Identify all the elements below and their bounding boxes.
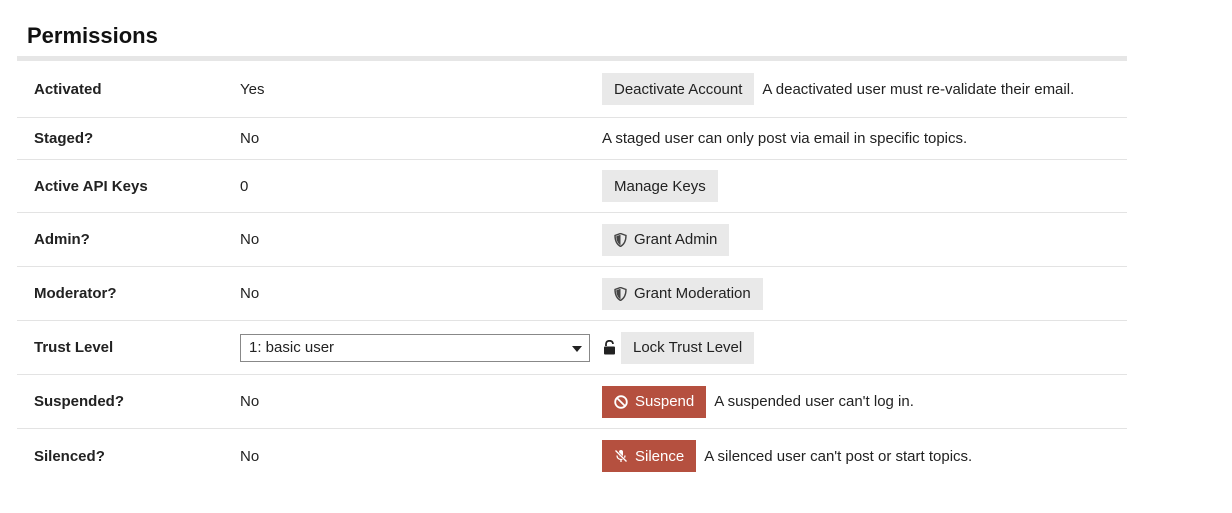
row-value: No [240,285,260,302]
shield-icon [614,232,627,247]
silence-button[interactable]: Silence [602,440,697,472]
grant-admin-label: Grant Admin [634,231,718,248]
row-activated: Activated Yes Deactivate Account A deact… [17,61,1127,118]
row-suspended: Suspended? No Suspend A suspended user c… [17,375,1127,429]
row-controls: A staged user can only post via email in… [602,130,1127,147]
row-label: Active API Keys [34,177,148,195]
row-label: Moderator? [34,285,117,302]
row-label: Trust Level [34,339,114,356]
deactivate-account-button[interactable]: Deactivate Account [602,73,755,105]
row-label: Staged? [34,130,94,147]
row-staged: Staged? No A staged user can only post v… [17,118,1127,160]
silenced-help-text: A silenced user can't post or start topi… [704,447,973,465]
row-label: Silenced? [34,447,105,465]
row-value: 0 [240,177,249,195]
manage-keys-button[interactable]: Manage Keys [602,170,718,202]
microphone-slash-icon [614,449,628,463]
section-title: Permissions [27,23,158,48]
permissions-panel: Permissions Activated Yes Deactivate Acc… [17,0,1127,483]
row-value: No [240,231,260,248]
row-controls: Grant Moderation [602,277,1127,310]
staged-help-text: A staged user can only post via email in… [602,130,968,147]
row-value: No [240,447,260,465]
row-value-cell: 1: basic user [240,333,602,362]
ban-icon [614,394,628,409]
shield-icon [614,286,627,301]
chevron-down-icon [572,345,582,352]
activated-help-text: A deactivated user must re-validate thei… [762,80,1075,98]
row-admin: Admin? No Grant Admin [17,213,1127,267]
row-label: Admin? [34,231,90,248]
suspend-button[interactable]: Suspend [602,385,707,418]
unlock-icon [603,340,616,355]
row-controls: Deactivate Account A deactivated user mu… [602,73,1127,105]
row-controls: Grant Admin [602,223,1127,256]
row-controls: Suspend A suspended user can't log in. [602,385,1127,418]
row-value: No [240,130,260,147]
trust-level-select[interactable]: 1: basic user [240,333,590,362]
suspended-help-text: A suspended user can't log in. [714,393,914,410]
row-value: Yes [240,80,265,98]
suspend-label: Suspend [635,393,695,410]
row-controls: Manage Keys [602,170,1127,202]
row-label: Suspended? [34,393,125,410]
grant-moderation-label: Grant Moderation [634,285,751,302]
row-label: Activated [34,80,102,98]
lock-trust-level-button[interactable]: Lock Trust Level [621,331,755,364]
row-moderator: Moderator? No Grant Moderation [17,267,1127,321]
trust-level-selected: 1: basic user [249,339,335,356]
row-silenced: Silenced? No Silence A silenced user can… [17,429,1127,483]
row-controls: Silence A silenced user can't post or st… [602,440,1127,472]
grant-moderation-button[interactable]: Grant Moderation [602,277,763,310]
grant-admin-button[interactable]: Grant Admin [602,223,730,256]
row-controls: Lock Trust Level [602,331,1127,364]
row-api-keys: Active API Keys 0 Manage Keys [17,160,1127,213]
row-trust-level: Trust Level 1: basic user Lock Trust Lev… [17,321,1127,375]
row-value: No [240,393,260,410]
silence-label: Silence [635,447,685,465]
